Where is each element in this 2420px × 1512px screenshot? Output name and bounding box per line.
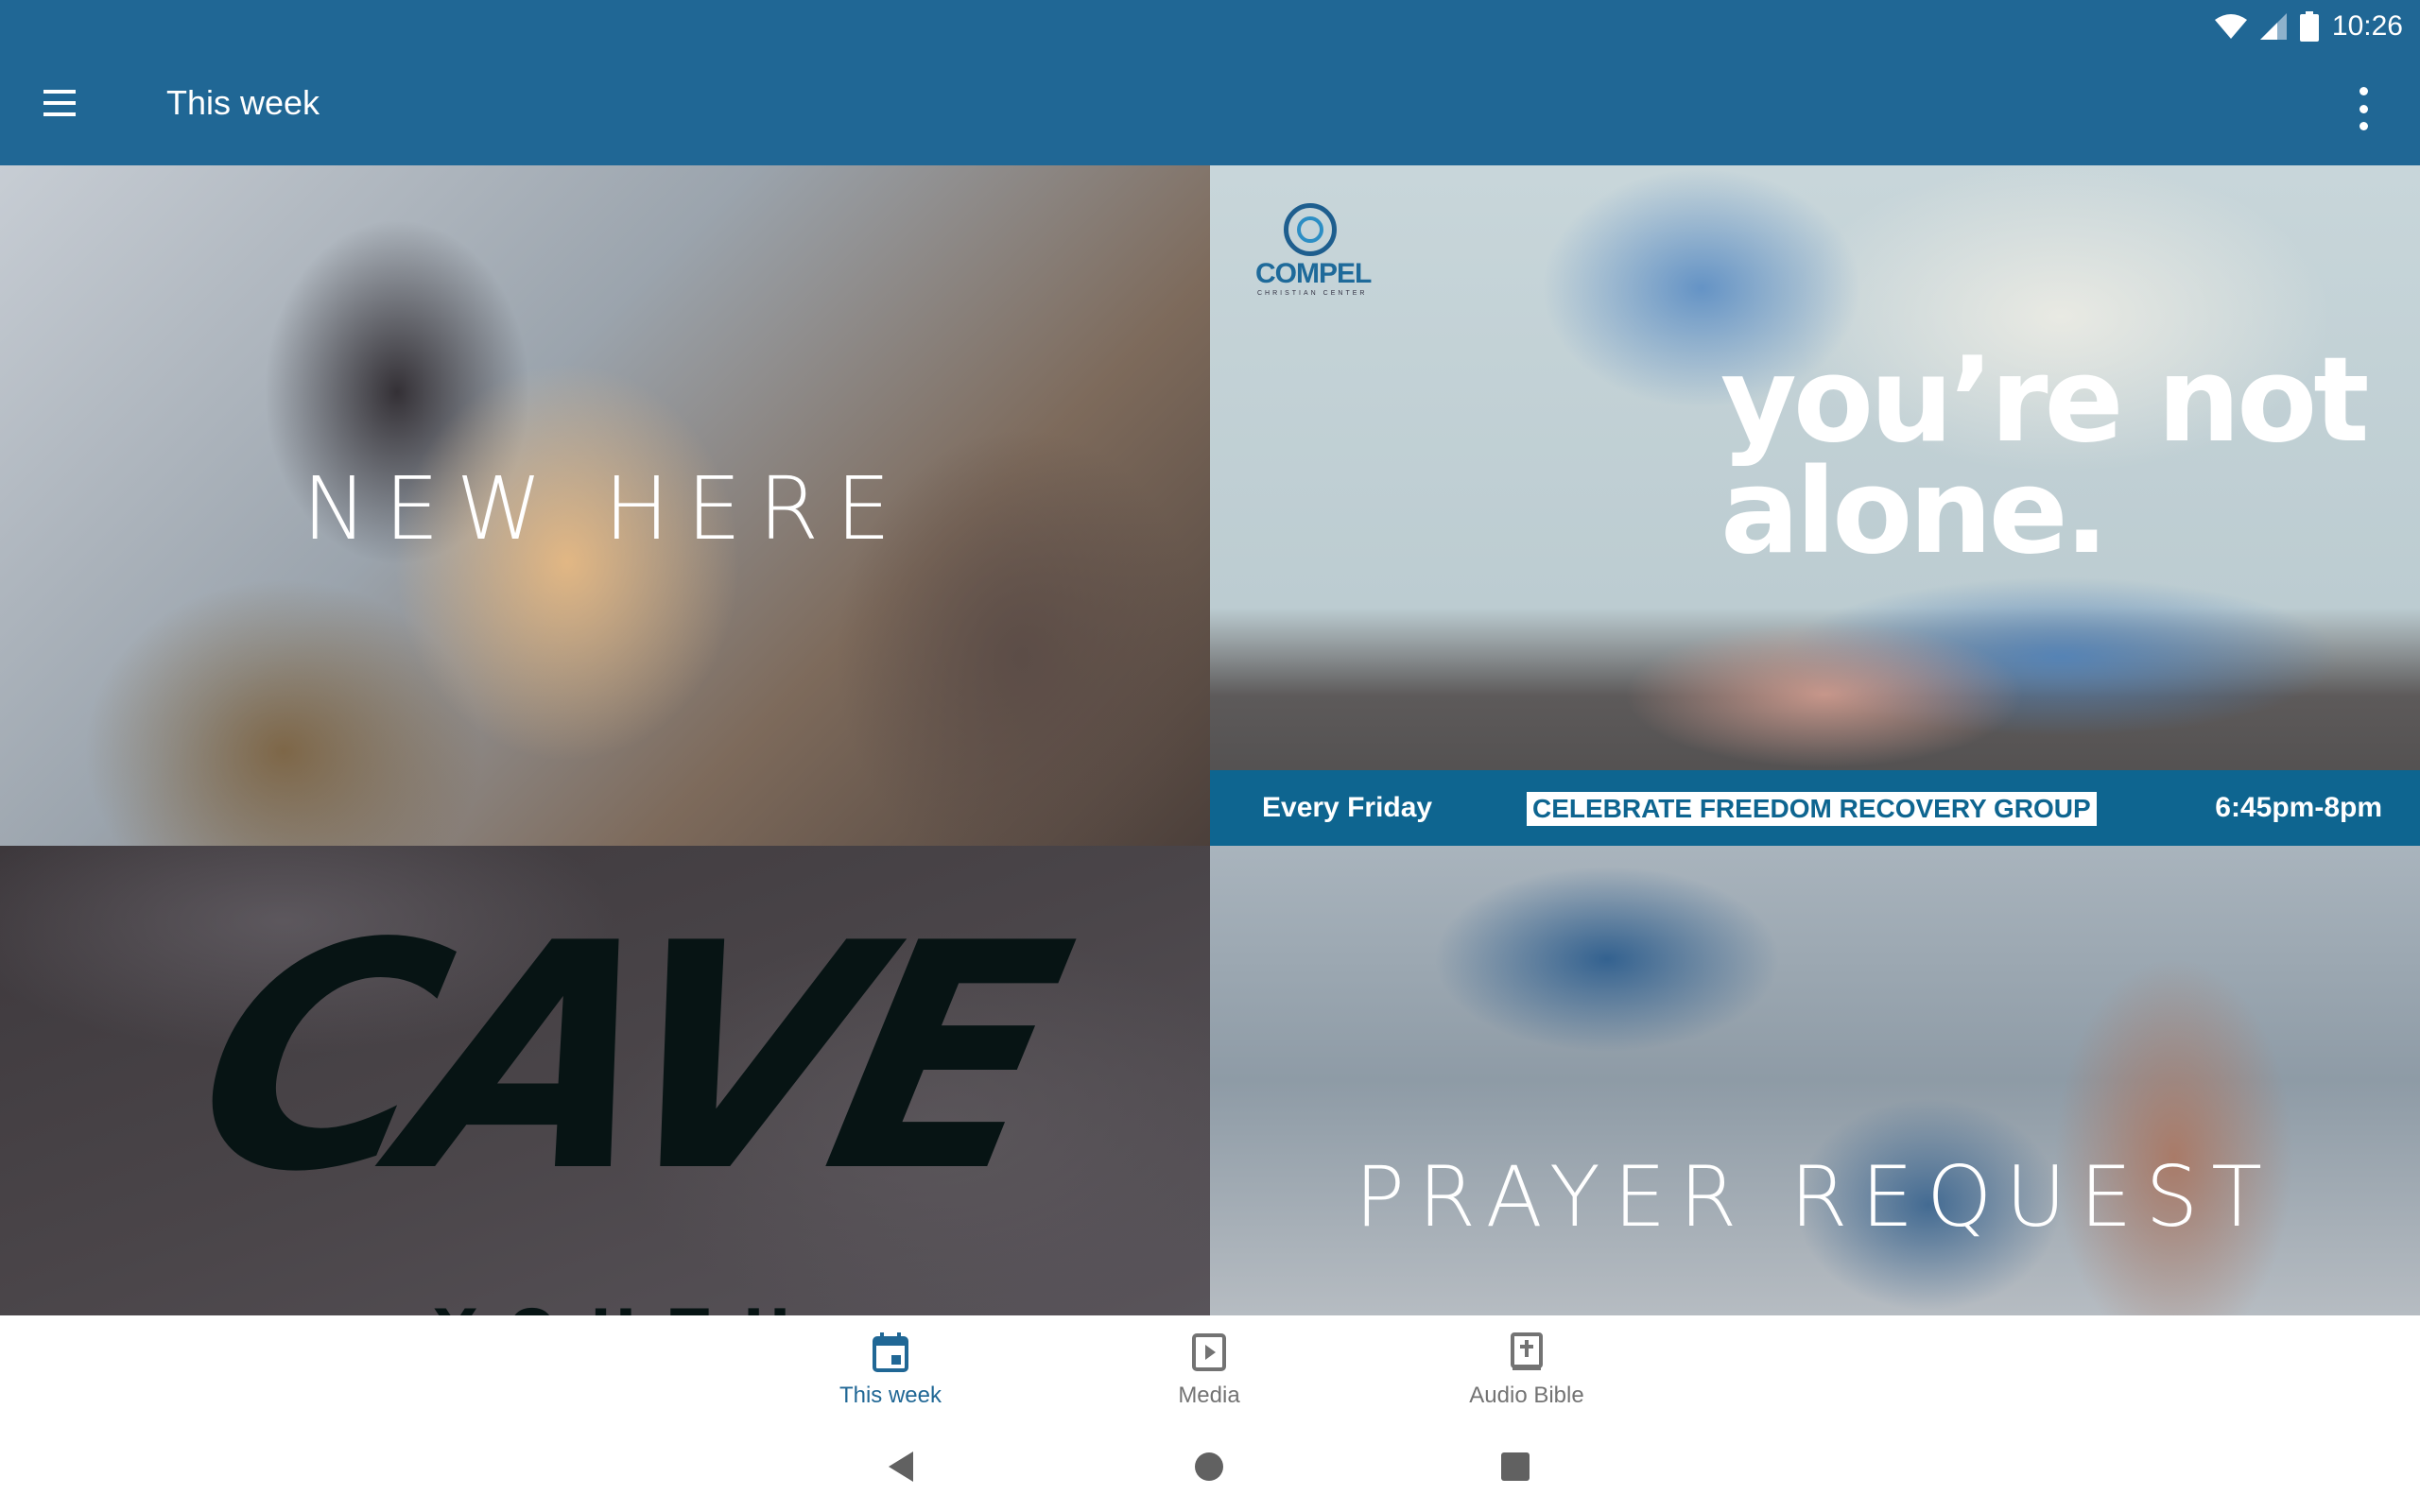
wifi-icon — [2214, 14, 2247, 39]
battery-icon — [2299, 11, 2319, 42]
home-icon[interactable] — [1195, 1452, 1223, 1481]
page-title: This week — [166, 83, 320, 122]
nav-label: Media — [1178, 1383, 1240, 1408]
app-bar: 10:26 This week — [0, 0, 2420, 165]
signal-icon — [2259, 13, 2287, 40]
tile-label: PRAYER REQUEST — [1354, 1148, 2276, 1246]
headline-line-1: you’re not — [1720, 333, 2370, 469]
system-navigation-bar — [0, 1419, 2420, 1512]
logo-name: COMPEL — [1255, 258, 1372, 289]
recents-icon[interactable] — [1501, 1452, 1530, 1481]
calendar-icon — [873, 1332, 908, 1372]
compel-logo: COMPEL CHRISTIAN CENTER — [1255, 203, 1378, 298]
tile-recovery-group[interactable]: COMPEL CHRISTIAN CENTER you’re not alone… — [1210, 165, 2420, 846]
bible-icon — [1511, 1332, 1543, 1370]
event-group: CELEBRATE FREEDOM RECOVERY GROUP — [1527, 792, 2097, 826]
headline-line-2: alone. — [1720, 444, 2109, 580]
nav-this-week[interactable]: This week — [796, 1332, 985, 1409]
tile-cave-youth[interactable]: CAVE YOUTH — [0, 846, 1210, 1315]
tile-prayer-request[interactable]: PRAYER REQUEST — [1210, 846, 2420, 1315]
nav-media[interactable]: Media — [1115, 1332, 1304, 1409]
nav-label: This week — [838, 1383, 942, 1408]
play-box-icon — [1192, 1333, 1226, 1371]
logo-subtitle: CHRISTIAN CENTER — [1257, 290, 1368, 297]
youth-subtitle: YOUTH — [435, 1297, 824, 1315]
event-band: Every Friday CELEBRATE FREEDOM RECOVERY … — [1210, 770, 2420, 846]
tile-label: NEW HERE — [302, 458, 908, 559]
cave-title: CAVE — [169, 877, 1075, 1240]
event-day: Every Friday — [1262, 792, 1433, 823]
event-time: 6:45pm-8pm — [2215, 792, 2382, 823]
headline: you’re not alone. — [1720, 333, 2370, 580]
status-bar: 10:26 — [2214, 6, 2403, 47]
clock: 10:26 — [2331, 10, 2403, 42]
content-grid: NEW HERE COMPEL CHRISTIAN CENTER you’re … — [0, 165, 2420, 1315]
bottom-navigation: This week Media Audio Bible — [0, 1315, 2420, 1419]
nav-audio-bible[interactable]: Audio Bible — [1432, 1332, 1621, 1409]
more-vert-icon[interactable] — [2344, 87, 2382, 130]
back-icon[interactable] — [889, 1452, 913, 1482]
tile-new-here[interactable]: NEW HERE — [0, 165, 1210, 846]
nav-label: Audio Bible — [1469, 1383, 1584, 1408]
hamburger-icon[interactable] — [43, 90, 76, 116]
